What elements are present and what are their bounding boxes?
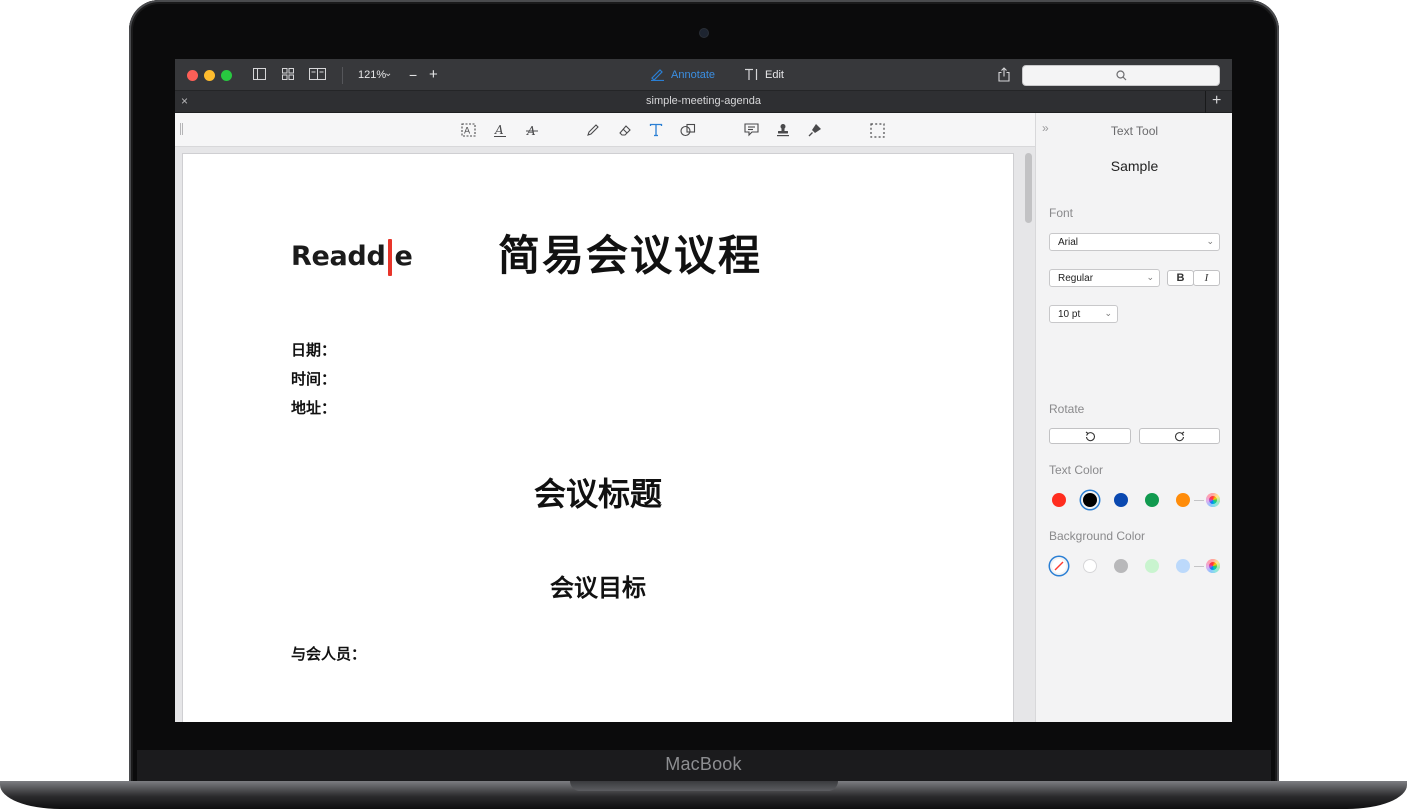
text-color-black[interactable] [1083, 493, 1097, 507]
brand-label: MacBook [665, 754, 742, 774]
chevron-down-icon: ⌄ [1146, 272, 1154, 282]
tab-bar: × simple-meeting-agenda + [175, 91, 1232, 113]
underline-text-icon[interactable]: A [491, 122, 509, 138]
document-scrollbar[interactable] [1025, 153, 1032, 223]
close-window-button[interactable] [187, 70, 198, 81]
camera [700, 29, 708, 37]
italic-button[interactable]: I [1193, 270, 1220, 286]
new-tab-button[interactable]: + [1212, 92, 1221, 110]
annotation-toolbar: A A A [175, 113, 1035, 147]
share-icon[interactable] [998, 67, 1010, 85]
chevron-down-icon: ⌄ [1206, 236, 1214, 246]
font-style-select[interactable]: Regular ⌄ [1049, 269, 1160, 287]
shapes-icon[interactable] [679, 122, 697, 138]
inspector-title: Text Tool [1110, 124, 1159, 138]
signature-pen-icon[interactable] [806, 122, 824, 138]
font-section-label: Font [1049, 206, 1074, 220]
sidebar-toggle-icon[interactable] [253, 68, 266, 83]
color-divider [1194, 500, 1204, 501]
text-tool-icon[interactable] [647, 122, 665, 138]
font-size-value: 10 pt [1058, 309, 1081, 320]
text-color-orange[interactable] [1176, 493, 1190, 507]
no-color-slash-icon [1054, 561, 1064, 571]
chevron-down-icon[interactable]: ⌄ [384, 67, 392, 81]
tab-document[interactable]: simple-meeting-agenda [175, 95, 1232, 107]
rotate-section-label: Rotate [1049, 402, 1085, 416]
edit-text-icon[interactable] [744, 68, 760, 84]
readdle-logo: Readd e [291, 239, 413, 276]
date-field-label: 日期： [291, 341, 337, 359]
svg-text:A: A [494, 123, 504, 137]
logo-text-end: e [394, 241, 413, 272]
color-divider [1194, 566, 1204, 567]
document-title: 简易会议议程 [498, 231, 763, 280]
app-window: 121% ⌄ − + Annotate Edit × simple-meetin… [175, 59, 1232, 722]
stamp-icon[interactable] [774, 122, 792, 138]
text-tool-inspector: » Text Tool Sample Font Arial ⌄ Regular … [1035, 113, 1232, 722]
zoom-in-button[interactable]: + [429, 66, 438, 83]
rotate-right-icon [1175, 431, 1185, 441]
background-color-light-green[interactable] [1145, 559, 1159, 573]
meeting-goal-heading: 会议目标 [550, 574, 646, 602]
bold-button[interactable]: B [1167, 270, 1194, 286]
attendees-label: 与会人员： [291, 645, 367, 663]
edit-mode-button[interactable]: Edit [765, 69, 784, 81]
font-family-value: Arial [1058, 237, 1079, 248]
zoom-out-button[interactable]: − [409, 67, 417, 83]
minimize-window-button[interactable] [204, 70, 215, 81]
background-color-white[interactable] [1083, 559, 1097, 573]
meeting-title-heading: 会议标题 [533, 475, 662, 513]
background-color-section-label: Background Color [1049, 529, 1146, 543]
background-color-none[interactable] [1052, 559, 1066, 573]
font-size-select[interactable]: 10 pt ⌄ [1049, 305, 1118, 323]
font-style-value: Regular [1058, 273, 1094, 284]
note-icon[interactable] [742, 122, 760, 138]
eraser-icon[interactable] [616, 122, 634, 138]
document-area: A A A Readd e 简易会议议程 日期： 时间： 地址： 会议标题 会议… [175, 113, 1035, 722]
strikethrough-text-icon[interactable]: A [523, 122, 541, 138]
selection-icon[interactable] [868, 122, 886, 138]
text-color-section-label: Text Color [1049, 463, 1104, 477]
svg-text:A: A [464, 127, 471, 137]
two-page-view-icon[interactable] [309, 68, 326, 83]
text-color-blue[interactable] [1114, 493, 1128, 507]
grid-view-icon[interactable] [282, 68, 294, 83]
rotate-left-button[interactable] [1049, 428, 1131, 444]
pdf-page: Readd e 简易会议议程 日期： 时间： 地址： 会议标题 会议目标 与会人员… [183, 154, 1013, 722]
toolbar-grip-icon[interactable] [180, 123, 183, 135]
logo-red-bar [388, 239, 393, 276]
background-color-light-blue[interactable] [1176, 559, 1190, 573]
rotate-left-icon [1085, 431, 1095, 441]
chevron-down-icon: ⌄ [1104, 308, 1112, 318]
text-color-picker-icon[interactable] [1206, 493, 1220, 507]
background-color-picker-icon[interactable] [1206, 559, 1220, 573]
text-sample-preview: Sample [1110, 158, 1159, 174]
text-color-green[interactable] [1145, 493, 1159, 507]
tab-divider [1205, 91, 1206, 113]
annotate-mode-button[interactable]: Annotate [671, 69, 715, 81]
rotate-right-button[interactable] [1139, 428, 1220, 444]
pencil-icon[interactable] [584, 122, 602, 138]
search-icon [1116, 70, 1127, 81]
logo-text: Readd [291, 241, 386, 272]
annotate-pen-icon[interactable] [650, 68, 665, 84]
background-color-gray[interactable] [1114, 559, 1128, 573]
search-input[interactable] [1022, 65, 1220, 86]
toolbar-divider [342, 67, 343, 84]
laptop-notch [570, 781, 838, 791]
zoom-level[interactable]: 121% [358, 69, 386, 81]
font-family-select[interactable]: Arial ⌄ [1049, 233, 1220, 251]
text-highlight-icon[interactable]: A [459, 122, 477, 138]
titlebar: 121% ⌄ − + Annotate Edit [175, 59, 1232, 91]
text-color-red[interactable] [1052, 493, 1066, 507]
maximize-window-button[interactable] [221, 70, 232, 81]
address-field-label: 地址： [291, 399, 337, 417]
time-field-label: 时间： [291, 370, 337, 388]
